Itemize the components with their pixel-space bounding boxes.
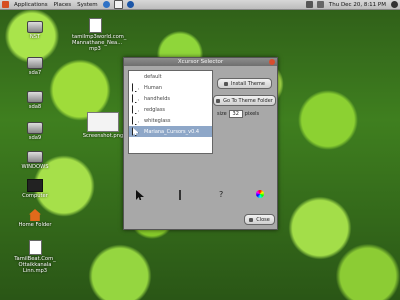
folder-icon [216,98,221,103]
theme-item-selected[interactable]: Mariana_Cursors_v0.4 [129,126,212,137]
desktop-icon-label: Computer [22,193,48,199]
cursor-preview-icon [132,94,139,103]
close-button[interactable]: Close [244,214,275,225]
menu-places[interactable]: Places [51,2,75,8]
computer-icon [27,179,43,192]
cursor-preview-icon [132,105,139,114]
clock[interactable]: Thu Dec 20, 8:11 PM [326,2,389,8]
theme-label: Mariana_Cursors_v0.4 [144,128,200,135]
theme-label: whiteglass [144,117,171,124]
help-icon[interactable] [126,1,134,8]
text-cursor-icon [179,190,181,200]
cursor-preview-icon [132,83,139,92]
theme-label: default [144,73,162,80]
size-input[interactable]: 32 [228,110,243,118]
drive-icon [27,21,43,33]
cursor-preview-icon [132,127,139,136]
theme-label: handhelds [144,95,170,102]
theme-item[interactable]: handhelds [129,93,212,104]
install-theme-label: Install Theme [231,80,265,87]
desktop-icon-label: WINDOWS [21,164,49,170]
drive-icon [27,91,43,103]
theme-item[interactable]: default [129,71,212,82]
desktop-icon-home-folder[interactable]: Home Folder [12,209,58,228]
desktop-icon-audio-2[interactable]: tamilmp3world.com_ Mannathane_Nea... mp3 [72,18,126,52]
pointer-cursor-icon [136,190,144,200]
drive-icon [27,151,43,163]
distro-icon[interactable] [2,1,9,8]
mail-icon[interactable] [113,0,123,9]
window-title-bar[interactable]: Xcursor Selector [124,58,277,66]
close-icon [249,217,254,222]
browser-icon[interactable] [102,1,110,8]
desktop-icon-audio-1[interactable]: TamilBeat.Com_ Ottaikkanala Linn.mp3 [12,240,58,274]
desktop-icon-label: sda9 [28,135,42,141]
install-theme-button[interactable]: Install Theme [217,78,272,89]
desktop-icon-nst[interactable]: NST [12,21,58,40]
drive-icon [27,122,43,134]
size-label: size [217,111,227,117]
size-unit: pixels [244,111,260,117]
desktop-icon-computer[interactable]: Computer [12,179,58,199]
desktop-icon-windows[interactable]: WINDOWS [12,151,58,170]
desktop-icon-screenshot[interactable]: Screenshot.png [80,112,126,139]
volume-icon[interactable] [316,1,324,8]
install-icon [224,81,229,86]
go-to-theme-folder-label: Go To Theme Folder [223,97,273,104]
desktop-icon-sda9[interactable]: sda9 [12,122,58,141]
desktop-icon-label: sda8 [28,104,42,110]
theme-list[interactable]: default Human handhelds redglass whitegl… [128,70,213,154]
theme-label: Human [144,84,163,91]
help-cursor-icon: ? [219,190,224,199]
desktop-icon-label: Home Folder [18,222,52,228]
audio-file-icon [88,18,102,33]
theme-item[interactable]: Human [129,82,212,93]
theme-item[interactable]: whiteglass [129,115,212,126]
home-folder-icon [29,209,41,221]
desktop-icon-label: NST [29,34,41,40]
close-label: Close [256,216,270,223]
theme-label: redglass [144,106,166,113]
size-row: size 32 pixels [217,110,275,118]
power-icon[interactable] [391,1,398,8]
image-file-icon [87,112,119,132]
window-close-icon[interactable] [269,59,275,65]
menu-applications[interactable]: Applications [11,2,51,8]
xcursor-selector-window: Xcursor Selector default Human handhelds… [123,57,278,230]
busy-cursor-icon [256,190,264,198]
desktop-icon-sda8[interactable]: sda8 [12,91,58,110]
top-panel: Applications Places System Thu Dec 20, 8… [0,0,400,10]
desktop-icon-label: sda7 [28,70,42,76]
desktop-icon-label: TamilBeat.Com_ Ottaikkanala Linn.mp3 [14,256,56,274]
cursor-preview-area: ? [128,190,273,206]
theme-item[interactable]: redglass [129,104,212,115]
network-icon[interactable] [305,1,313,8]
menu-system[interactable]: System [74,2,101,8]
desktop-icon-label: Screenshot.png [82,133,124,139]
audio-file-icon [28,240,42,255]
drive-icon [27,57,43,69]
desktop-icon-sda7[interactable]: sda7 [12,57,58,76]
cursor-preview-icon [132,116,139,125]
go-to-theme-folder-button[interactable]: Go To Theme Folder [213,95,276,106]
window-title: Xcursor Selector [177,59,224,65]
